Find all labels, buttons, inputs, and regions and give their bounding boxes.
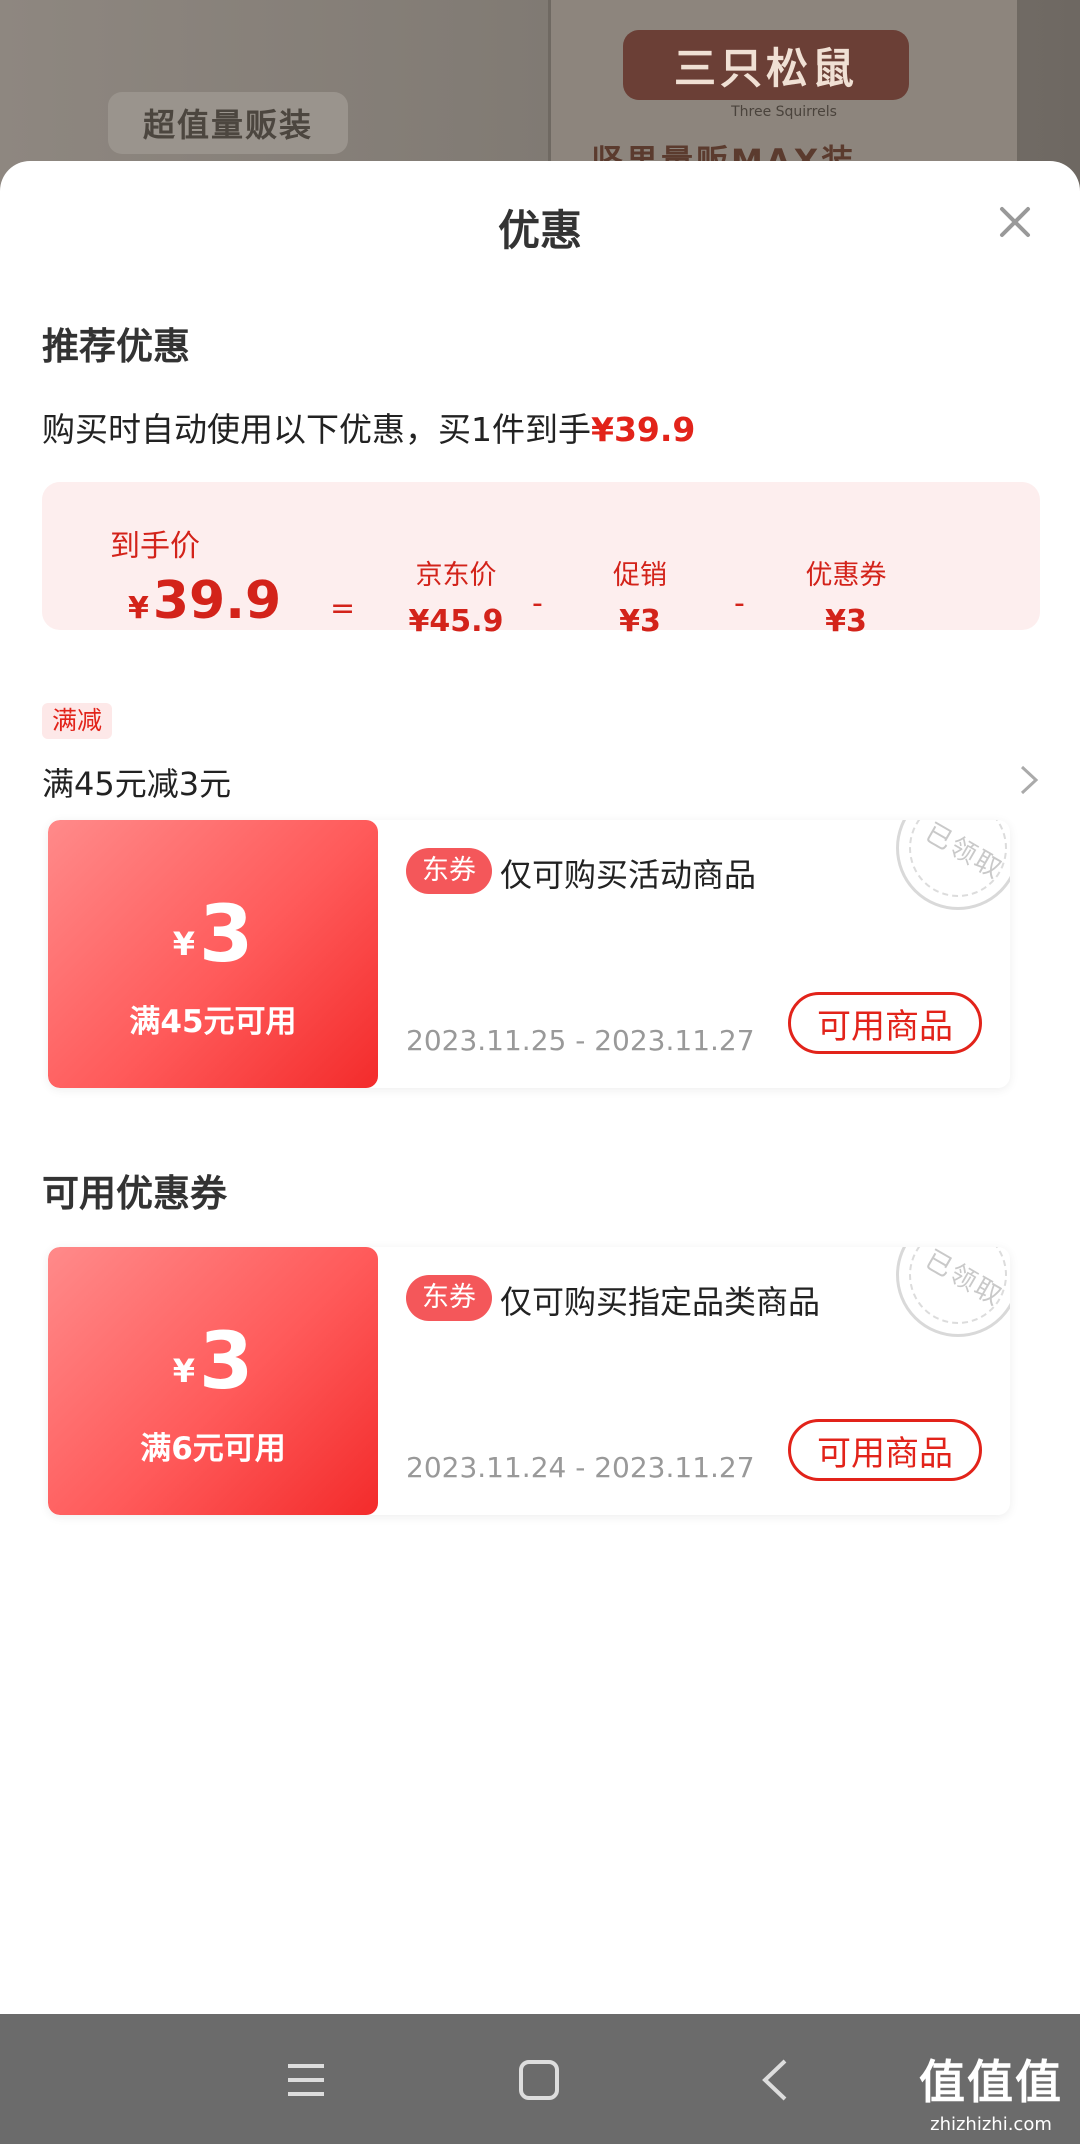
recommend-subtitle-price: ¥39.9 xyxy=(591,410,696,449)
coupon-amount: ¥3 xyxy=(48,1317,378,1407)
watermark-logo: 值值值 zhizhizhi.com xyxy=(918,2046,1064,2135)
product-brand-en: Three Squirrels xyxy=(731,104,837,120)
available-products-button[interactable]: 可用商品 xyxy=(788,1419,982,1481)
back-icon xyxy=(762,2059,787,2101)
recommend-section-title: 推荐优惠 xyxy=(42,325,190,368)
coupon-amount: ¥3 xyxy=(48,890,378,980)
sheet-title: 优惠 xyxy=(497,206,582,255)
coupon-description: 仅可购买活动商品 xyxy=(500,856,757,894)
close-icon xyxy=(1000,207,1030,237)
equals-sign: = xyxy=(330,591,356,626)
minus-sign-2: - xyxy=(734,586,745,621)
coupon-type-badge: 东券 xyxy=(406,848,492,894)
coupon-amount-value: 3 xyxy=(198,1317,254,1407)
home-icon xyxy=(519,2060,559,2100)
recommend-subtitle-text: 购买时自动使用以下优惠，买1件到手 xyxy=(42,410,591,449)
final-price: ¥39.9 xyxy=(128,571,281,631)
coupon-currency: ¥ xyxy=(172,1352,195,1390)
available-section-title: 可用优惠券 xyxy=(42,1172,227,1215)
recent-apps-button[interactable] xyxy=(276,2052,336,2108)
coupon-type-badge: 东券 xyxy=(406,1275,492,1321)
watermark-main: 值值值 xyxy=(919,2055,1063,2109)
jd-price-value: ¥45.9 xyxy=(408,604,504,639)
promo-tag: 满减 xyxy=(42,703,113,739)
coupon-currency: ¥ xyxy=(172,925,195,963)
coupon-description: 仅可购买指定品类商品 xyxy=(500,1283,821,1321)
coupon-condition: 满45元可用 xyxy=(129,1004,297,1040)
coupon-condition: 满6元可用 xyxy=(140,1431,286,1467)
coupon-date-range: 2023.11.25 - 2023.11.27 xyxy=(406,1024,755,1057)
coupon-card: ¥3 满6元可用 东券 仅可购买指定品类商品 2023.11.24 - 2023… xyxy=(48,1247,1010,1515)
coupon-label: 优惠券 xyxy=(805,560,887,591)
available-products-button[interactable]: 可用商品 xyxy=(788,992,982,1054)
coupon-card: ¥3 满45元可用 东券 仅可购买活动商品 2023.11.25 - 2023.… xyxy=(48,820,1010,1088)
coupon-amount-value: 3 xyxy=(198,890,254,980)
final-price-label: 到手价 xyxy=(110,529,200,564)
menu-icon xyxy=(288,2064,324,2096)
promotion-label: 促销 xyxy=(613,560,667,591)
claimed-stamp-icon: 已领取 xyxy=(896,1247,1010,1337)
home-button[interactable] xyxy=(509,2052,569,2108)
jd-price-label: 京东价 xyxy=(415,560,497,591)
coupon-value-panel: ¥3 满45元可用 xyxy=(48,820,378,1088)
claimed-stamp-icon: 已领取 xyxy=(896,820,1010,910)
product-brand-logo: 三只松鼠 xyxy=(623,30,909,100)
value-pack-badge: 超值量贩装 xyxy=(108,92,348,154)
discount-sheet: 优惠 推荐优惠 购买时自动使用以下优惠，买1件到手¥39.9 到手价 ¥39.9… xyxy=(0,161,1080,2014)
close-button[interactable] xyxy=(990,197,1040,247)
promo-text: 满45元减3元 xyxy=(42,765,232,803)
back-button[interactable] xyxy=(744,2052,804,2108)
recommend-subtitle: 购买时自动使用以下优惠，买1件到手¥39.9 xyxy=(42,403,695,451)
promo-row[interactable]: 满45元减3元 xyxy=(42,755,1040,805)
watermark-sub: zhizhizhi.com xyxy=(930,2114,1052,2135)
promotion-value: ¥3 xyxy=(619,604,661,639)
chevron-right-icon xyxy=(1020,765,1039,795)
final-price-currency: ¥ xyxy=(128,591,149,626)
coupon-value: ¥3 xyxy=(825,604,867,639)
final-price-value: 39.9 xyxy=(152,571,282,631)
coupon-value-panel: ¥3 满6元可用 xyxy=(48,1247,378,1515)
coupon-date-range: 2023.11.24 - 2023.11.27 xyxy=(406,1451,755,1484)
minus-sign-1: - xyxy=(532,586,543,621)
